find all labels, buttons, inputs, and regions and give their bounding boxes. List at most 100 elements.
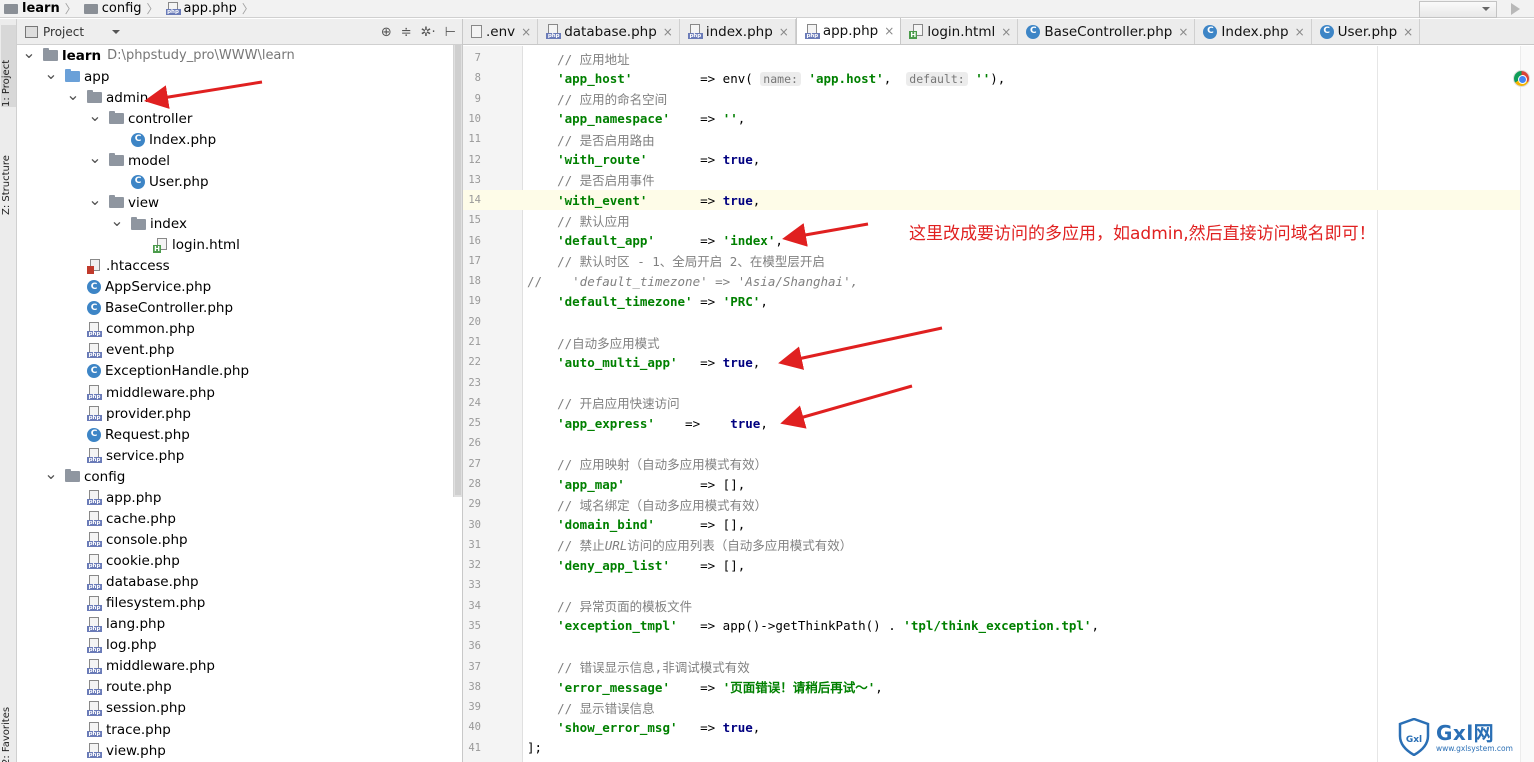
tree-item[interactable]: php trace.php: [17, 719, 453, 740]
tree-item[interactable]: php route.php: [17, 677, 453, 698]
code-line[interactable]: 26: [463, 433, 1534, 453]
code-line[interactable]: 7 // 应用地址: [463, 48, 1534, 68]
code-line[interactable]: 9 // 应用的命名空间: [463, 89, 1534, 109]
tree-item[interactable]: ⌄ admin: [17, 86, 453, 108]
code-line[interactable]: 33: [463, 575, 1534, 595]
code-line[interactable]: 40 'show_error_msg' => true,: [463, 717, 1534, 737]
tree-item[interactable]: php log.php: [17, 635, 453, 656]
tree-item[interactable]: php cache.php: [17, 508, 453, 529]
code-editor[interactable]: 7 // 应用地址 8 'app_host' => env( name: 'app…: [463, 46, 1534, 762]
code-line[interactable]: 36: [463, 636, 1534, 656]
gear-icon[interactable]: ✲·: [421, 25, 436, 40]
code-line[interactable]: 35 'exception_tmpl' => app()->getThinkPa…: [463, 616, 1534, 636]
close-icon[interactable]: ×: [663, 25, 673, 39]
tree-item[interactable]: php provider.php: [17, 403, 453, 424]
tree-item[interactable]: php app.php: [17, 487, 453, 508]
chevron-down-icon[interactable]: ⌄: [88, 191, 101, 209]
tree-item[interactable]: ⌄ app: [17, 65, 453, 87]
chevron-down-icon[interactable]: [112, 29, 121, 38]
tab-index-php[interactable]: php index.php ×: [679, 19, 796, 44]
chevron-down-icon[interactable]: ⌄: [44, 465, 57, 483]
run-icon[interactable]: [1511, 3, 1520, 15]
hide-panel-icon[interactable]: ⊢: [445, 25, 456, 40]
code-line[interactable]: 22 'auto_multi_app' => true,: [463, 352, 1534, 372]
project-panel-title[interactable]: Project: [43, 25, 84, 39]
code-line[interactable]: 41];: [463, 738, 1534, 758]
code-line[interactable]: 17 // 默认时区 - 1、全局开启 2、在模型层开启: [463, 251, 1534, 271]
code-line[interactable]: 10 'app_namespace' => '',: [463, 109, 1534, 129]
chevron-down-icon[interactable]: ⌄: [22, 44, 35, 62]
code-line[interactable]: 28 'app_map' => [],: [463, 474, 1534, 494]
locate-icon[interactable]: ⊕: [381, 25, 392, 40]
tab-app-php[interactable]: php app.php ×: [795, 18, 902, 44]
code-line[interactable]: 20: [463, 312, 1534, 332]
chevron-down-icon[interactable]: ⌄: [88, 149, 101, 167]
close-icon[interactable]: ×: [1295, 25, 1305, 39]
tree-item[interactable]: ⌄ controller: [17, 107, 453, 129]
code-line[interactable]: 39 // 显示错误信息: [463, 697, 1534, 717]
tree-item[interactable]: php database.php: [17, 572, 453, 593]
run-configuration-dropdown[interactable]: [1419, 0, 1497, 18]
code-line[interactable]: 11 // 是否启用路由: [463, 129, 1534, 149]
tab-login-html[interactable]: Hlogin.html ×: [901, 19, 1019, 44]
tree-item[interactable]: C ExceptionHandle.php: [17, 361, 453, 382]
tree-item[interactable]: php view.php: [17, 740, 453, 761]
code-line[interactable]: 8 'app_host' => env( name: 'app.host', d…: [463, 68, 1534, 88]
chevron-down-icon[interactable]: ⌄: [44, 65, 57, 83]
tree-item[interactable]: php filesystem.php: [17, 593, 453, 614]
code-line[interactable]: 13 // 是否启用事件: [463, 170, 1534, 190]
tab-user-php[interactable]: C User.php ×: [1311, 19, 1421, 44]
code-line[interactable]: 32 'deny_app_list' => [],: [463, 555, 1534, 575]
chevron-down-icon[interactable]: ⌄: [110, 213, 123, 230]
breadcrumb-config[interactable]: config: [80, 0, 144, 18]
tree-item[interactable]: php console.php: [17, 529, 453, 550]
tree-item[interactable]: C Index.php: [17, 129, 453, 150]
tree-item[interactable]: php middleware.php: [17, 382, 453, 403]
close-icon[interactable]: ×: [884, 24, 894, 38]
code-line[interactable]: 18 // 'default_timezone' => 'Asia/Shangha…: [463, 271, 1534, 291]
editor-scrollbar[interactable]: [1520, 46, 1534, 762]
tree-item[interactable]: php service.php: [17, 445, 453, 466]
tree-item[interactable]: php session.php: [17, 698, 453, 719]
project-scrollbar[interactable]: [453, 45, 462, 497]
tree-item[interactable]: php lang.php: [17, 614, 453, 635]
tree-item[interactable]: .htaccess: [17, 256, 453, 277]
project-tool-tab[interactable]: 1: Project: [1, 25, 16, 107]
code-line[interactable]: 30 'domain_bind' => [],: [463, 514, 1534, 534]
close-icon[interactable]: ×: [1403, 25, 1413, 39]
collapse-all-icon[interactable]: ≑: [401, 25, 412, 40]
favorites-tool-tab[interactable]: 2: Favorites: [1, 699, 16, 762]
code-line[interactable]: 29 // 域名绑定（自动多应用模式有效）: [463, 494, 1534, 514]
code-line[interactable]: 25 'app_express' => true,: [463, 413, 1534, 433]
chrome-browser-icon[interactable]: [1513, 70, 1530, 87]
close-icon[interactable]: ×: [779, 25, 789, 39]
code-line[interactable]: 12 'with_route' => true,: [463, 149, 1534, 169]
tree-item[interactable]: ⌄ config: [17, 465, 453, 487]
tree-item[interactable]: php common.php: [17, 319, 453, 340]
breadcrumb-learn[interactable]: learn: [0, 0, 62, 18]
tab-index-php[interactable]: C Index.php ×: [1195, 19, 1312, 44]
tree-item[interactable]: Hlogin.html: [17, 235, 453, 256]
code-line[interactable]: 24 // 开启应用快速访问: [463, 393, 1534, 413]
code-line[interactable]: 38 'error_message' => '页面错误！请稍后再试～',: [463, 677, 1534, 697]
code-line[interactable]: 19 'default_timezone' => 'PRC',: [463, 291, 1534, 311]
code-line[interactable]: 27 // 应用映射（自动多应用模式有效）: [463, 454, 1534, 474]
tree-item[interactable]: ⌄ learn D:\phpstudy_pro\WWW\learn: [17, 44, 453, 66]
tree-item[interactable]: C Request.php: [17, 424, 453, 445]
chevron-down-icon[interactable]: ⌄: [88, 107, 101, 125]
tree-item[interactable]: C BaseController.php: [17, 298, 453, 319]
close-icon[interactable]: ×: [1178, 25, 1188, 39]
tree-item[interactable]: php cookie.php: [17, 551, 453, 572]
tab-database-php[interactable]: php database.php ×: [538, 19, 680, 44]
tab-env[interactable]: .env ×: [463, 19, 539, 44]
tree-item[interactable]: ⌄ view: [17, 191, 453, 213]
tree-item[interactable]: php event.php: [17, 340, 453, 361]
code-line[interactable]: 37 // 错误显示信息,非调试模式有效: [463, 656, 1534, 676]
tree-item[interactable]: C AppService.php: [17, 277, 453, 298]
code-line[interactable]: 21 //自动多应用模式: [463, 332, 1534, 352]
code-line[interactable]: 31 // 禁止URL访问的应用列表（自动多应用模式有效）: [463, 535, 1534, 555]
tree-item[interactable]: ⌄ index: [17, 213, 453, 235]
close-icon[interactable]: ×: [521, 25, 531, 39]
structure-tool-tab[interactable]: Z: Structure: [1, 127, 16, 215]
tree-item[interactable]: php middleware.php: [17, 656, 453, 677]
